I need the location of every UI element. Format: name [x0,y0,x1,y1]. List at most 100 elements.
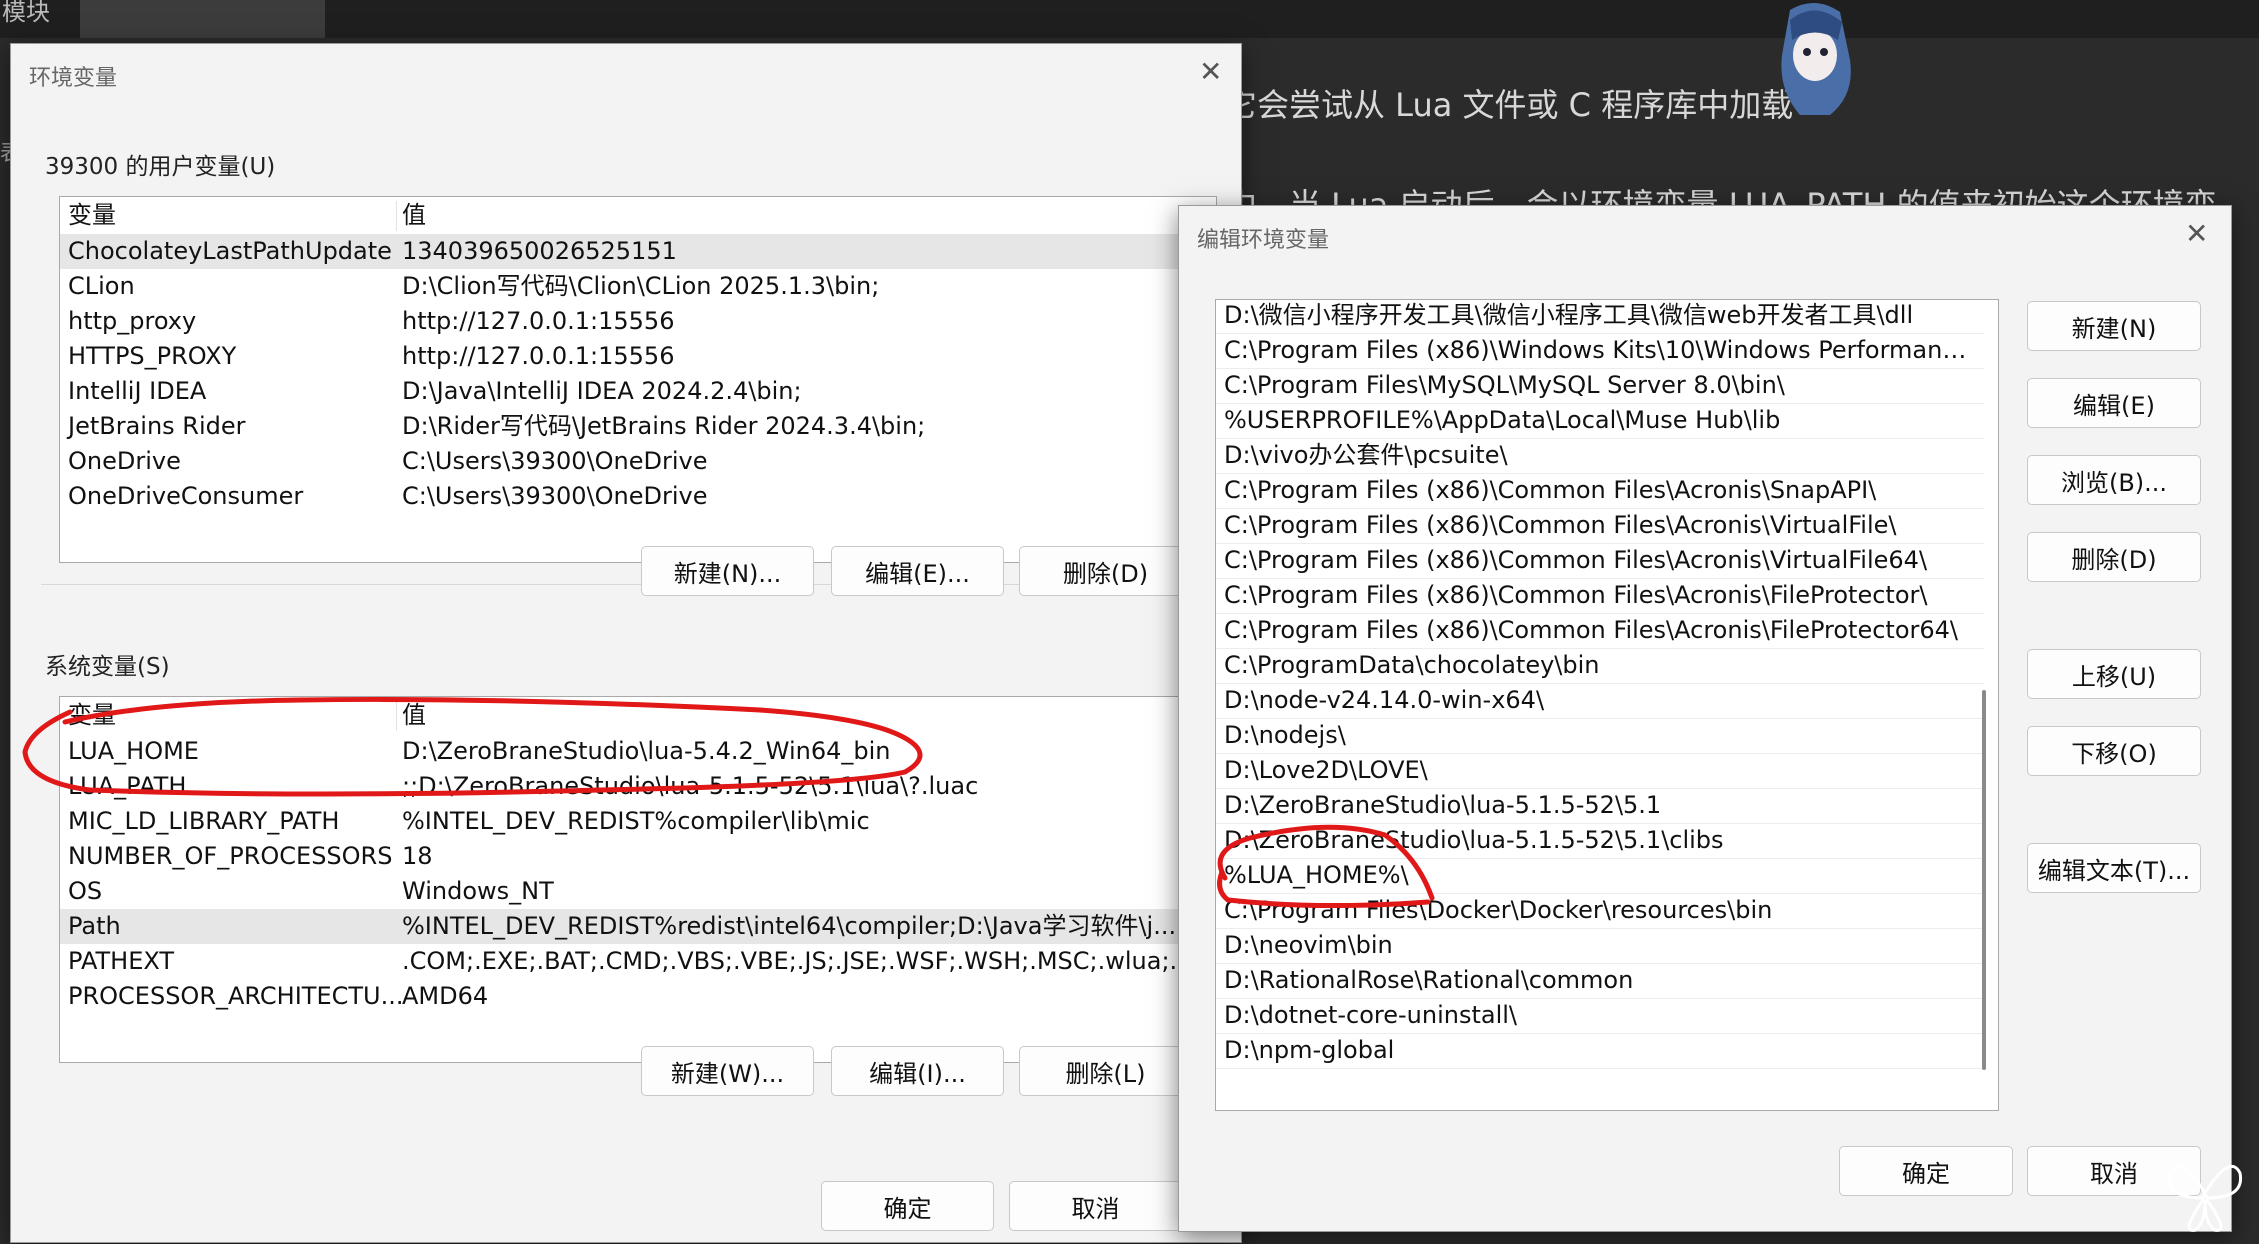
variable-name: HTTPS_PROXY [68,342,237,370]
variable-name: Path [68,912,121,940]
path-edit-button[interactable]: 编辑(E) [2027,378,2201,428]
path-delete-button[interactable]: 删除(D) [2027,532,2201,582]
list-item[interactable]: %LUA_HOME%\ [1224,858,1969,893]
table-row[interactable]: OneDrive C:\Users\39300\OneDrive [60,444,1180,479]
edit-text-button[interactable]: 编辑文本(T)... [2027,843,2201,893]
variable-name: PROCESSOR_ARCHITECTU... [68,982,404,1010]
system-new-button[interactable]: 新建(W)... [641,1046,814,1096]
user-delete-button[interactable]: 删除(D) [1019,546,1192,596]
list-item[interactable]: C:\Program Files (x86)\Common Files\Acro… [1224,508,1969,543]
user-edit-button[interactable]: 编辑(E)... [831,546,1004,596]
table-row[interactable]: JetBrains Rider D:\Rider写代码\JetBrains Rid… [60,409,1180,444]
list-item[interactable]: %USERPROFILE%\AppData\Local\Muse Hub\lib [1224,403,1969,438]
variable-name: OS [68,877,103,905]
table-row[interactable]: MIC_LD_LIBRARY_PATH %INTEL_DEV_REDIST%com… [60,804,1180,839]
column-header-variable[interactable]: 变量 [68,197,116,234]
table-row[interactable]: LUA_PATH ;;D:\ZeroBraneStudio\lua-5.1.5-5… [60,769,1180,804]
user-vars-list[interactable]: 变量 值 ChocolateyLastPathUpdate 13403965002… [59,196,1217,563]
variable-value: D:\Clion写代码\Clion\CLion 2025.1.3\bin; [402,272,880,300]
list-item[interactable]: C:\Program Files (x86)\Common Files\Acro… [1224,473,1969,508]
user-new-button[interactable]: 新建(N)... [641,546,814,596]
variable-name: IntelliJ IDEA [68,377,207,405]
close-icon[interactable]: ✕ [1199,58,1222,86]
list-item[interactable]: D:\Love2D\LOVE\ [1224,753,1969,788]
path-new-button[interactable]: 新建(N) [2027,301,2201,351]
system-vars-group-label: 系统变量(S) [45,654,170,680]
cancel-button[interactable]: 取消 [1009,1181,1182,1231]
list-item[interactable]: C:\Program Files (x86)\Common Files\Acro… [1224,578,1969,613]
table-row[interactable]: ChocolateyLastPathUpdate 1340396500265251… [60,234,1180,269]
table-row[interactable]: OneDriveConsumer C:\Users\39300\OneDrive [60,479,1180,514]
list-item[interactable]: D:\ZeroBraneStudio\lua-5.1.5-52\5.1\clib… [1224,823,1969,858]
move-up-button[interactable]: 上移(U) [2027,649,2201,699]
list-item[interactable]: C:\Program Files (x86)\Windows Kits\10\W… [1224,333,1969,368]
variable-name: LUA_HOME [68,737,199,765]
variable-value: %INTEL_DEV_REDIST%compiler\lib\mic [402,807,870,835]
table-row[interactable]: Path %INTEL_DEV_REDIST%redist\intel64\com… [60,909,1180,944]
variable-value: http://127.0.0.1:15556 [402,342,675,370]
variable-name: LUA_PATH [68,772,187,800]
list-item[interactable]: D:\微信小程序开发工具\微信小程序工具\微信web开发者工具\dll [1224,300,1969,333]
list-item[interactable]: D:\ZeroBraneStudio\lua-5.1.5-52\5.1 [1224,788,1969,823]
list-item[interactable]: C:\Program Files\Docker\Docker\resources… [1224,893,1969,928]
variable-name: http_proxy [68,307,197,335]
editor-text-line-1: 它会尝试从 Lua 文件或 C 程序库中加载 [1225,86,1794,124]
path-list[interactable]: D:\微信小程序开发工具\微信小程序工具\微信web开发者工具\dll C:\Pr… [1215,299,1999,1111]
user-vars-group-label: 39300 的用户变量(U) [45,154,276,180]
column-separator [396,701,397,731]
variable-value: C:\Users\39300\OneDrive [402,482,708,510]
column-header-value[interactable]: 值 [402,197,426,234]
column-header-value[interactable]: 值 [402,697,426,734]
table-row[interactable]: IntelliJ IDEA D:\Java\IntelliJ IDEA 2024.… [60,374,1180,409]
variable-value: D:\Rider写代码\JetBrains Rider 2024.3.4\bin… [402,412,926,440]
list-item[interactable]: D:\vivo办公套件\pcsuite\ [1224,438,1969,473]
system-delete-button[interactable]: 删除(L) [1019,1046,1192,1096]
variable-name: CLion [68,272,135,300]
variable-value: ;;D:\ZeroBraneStudio\lua-5.1.5-52\5.1\lu… [402,772,979,800]
column-separator [396,201,397,231]
table-row[interactable]: CLion D:\Clion写代码\Clion\CLion 2025.1.3\bi… [60,269,1180,304]
table-row[interactable]: OS Windows_NT [60,874,1180,909]
ok-button[interactable]: 确定 [821,1181,994,1231]
table-row[interactable]: LUA_HOME D:\ZeroBraneStudio\lua-5.4.2_Win… [60,734,1180,769]
list-item[interactable]: D:\npm-global [1224,1033,1969,1068]
list-item[interactable]: D:\nodejs\ [1224,718,1969,753]
variable-name: JetBrains Rider [68,412,246,440]
variable-name: MIC_LD_LIBRARY_PATH [68,807,340,835]
table-row[interactable]: HTTPS_PROXY http://127.0.0.1:15556 [60,339,1180,374]
table-row[interactable]: NUMBER_OF_PROCESSORS 18 [60,839,1180,874]
ok-button[interactable]: 确定 [1839,1146,2013,1196]
list-item[interactable]: D:\dotnet-core-uninstall\ [1224,998,1969,1033]
anime-avatar-icon [1781,2,1851,115]
column-header-variable[interactable]: 变量 [68,697,116,734]
list-item[interactable]: D:\neovim\bin [1224,928,1969,963]
list-item[interactable]: C:\Program Files (x86)\Common Files\Acro… [1224,613,1969,648]
variable-name: NUMBER_OF_PROCESSORS [68,842,393,870]
variable-name: OneDriveConsumer [68,482,304,510]
variable-name: PATHEXT [68,947,175,975]
path-browse-button[interactable]: 浏览(B)... [2027,455,2201,505]
table-row[interactable]: PROCESSOR_ARCHITECTU... AMD64 [60,979,1180,1014]
list-item[interactable]: D:\RationalRose\Rational\common [1224,963,1969,998]
close-icon[interactable]: ✕ [2185,220,2208,248]
list-item[interactable]: C:\Program Files (x86)\Common Files\Acro… [1224,543,1969,578]
variable-value: C:\Users\39300\OneDrive [402,447,708,475]
list-item[interactable]: D:\node-v24.14.0-win-x64\ [1224,683,1969,718]
variable-value: .COM;.EXE;.BAT;.CMD;.VBS;.VBE;.JS;.JSE;.… [402,947,1207,975]
editor-corner-text: 模块 [2,0,50,26]
variable-value: AMD64 [402,982,489,1010]
table-row[interactable]: PATHEXT .COM;.EXE;.BAT;.CMD;.VBS;.VBE;.JS… [60,944,1207,979]
scrollbar[interactable] [1982,690,1986,1070]
system-edit-button[interactable]: 编辑(I)... [831,1046,1004,1096]
variable-value: Windows_NT [402,877,554,905]
list-item[interactable]: C:\Program Files\MySQL\MySQL Server 8.0\… [1224,368,1969,403]
system-vars-list[interactable]: 变量 值 LUA_HOME D:\ZeroBraneStudio\lua-5.4.… [59,696,1217,1063]
variable-value: D:\Java\IntelliJ IDEA 2024.2.4\bin; [402,377,802,405]
butterfly-icon [2167,1164,2243,1232]
editor-tab[interactable] [80,0,325,38]
list-header: 变量 值 [60,197,1180,234]
variable-value: 134039650026525151 [402,237,677,265]
list-item[interactable]: C:\ProgramData\chocolatey\bin [1224,648,1969,683]
move-down-button[interactable]: 下移(O) [2027,726,2201,776]
table-row[interactable]: http_proxy http://127.0.0.1:15556 [60,304,1180,339]
